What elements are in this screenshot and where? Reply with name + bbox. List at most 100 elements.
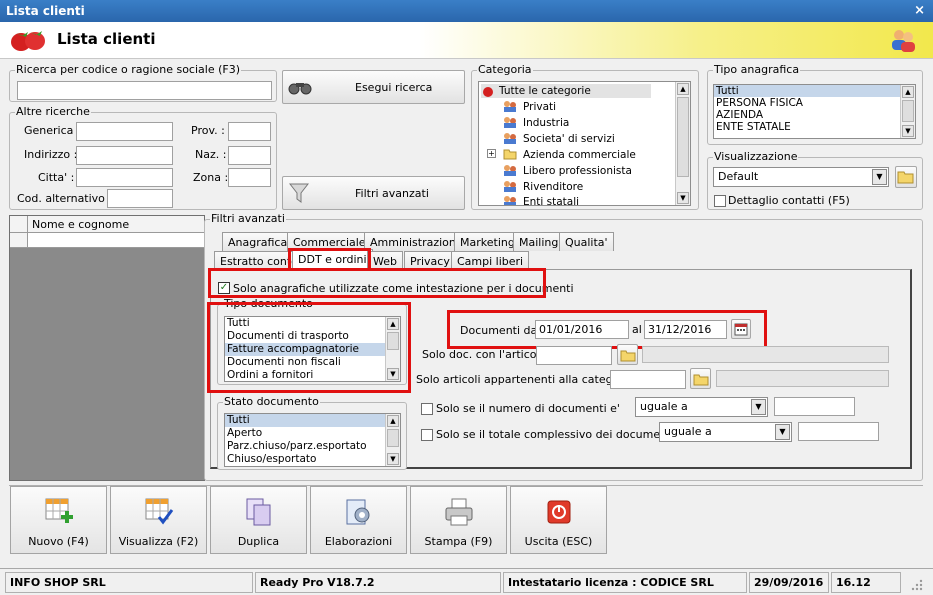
categoria-folder-button[interactable] (690, 368, 711, 389)
close-button[interactable]: × (914, 3, 925, 18)
grid-corner (10, 216, 28, 232)
dettaglio-contatti-checkbox[interactable] (714, 195, 726, 207)
visualizzazione-value: Default (718, 170, 759, 183)
filtri-avanzati-button[interactable]: Filtri avanzati (282, 176, 465, 210)
articolo-input[interactable] (536, 346, 612, 365)
users-icon[interactable] (889, 27, 917, 53)
header-bar: Lista clienti (0, 22, 933, 59)
esegui-ricerca-button[interactable]: Esegui ricerca (282, 70, 465, 104)
dropdown-arrow-icon[interactable]: ▼ (775, 424, 790, 440)
prov-input[interactable] (228, 122, 271, 141)
visualizza-button[interactable]: Visualizza (F2) (110, 486, 207, 554)
scroll-down-icon[interactable]: ▼ (902, 125, 914, 137)
search-group: Ricerca per codice o ragione sociale (F3… (9, 64, 277, 102)
scroll-thumb[interactable] (902, 100, 914, 122)
grid-column-header[interactable]: Nome e cognome (32, 218, 129, 231)
categoria-articoli-input[interactable] (610, 370, 686, 389)
generica-input[interactable] (76, 122, 173, 141)
tipo-scrollbar[interactable]: ▲ ▼ (900, 85, 915, 138)
scroll-up-icon[interactable]: ▲ (677, 83, 689, 95)
scroll-down-icon[interactable]: ▼ (387, 453, 399, 465)
categoria-label: Categoria (477, 63, 533, 76)
numero-operator-select[interactable]: uguale a ▼ (635, 397, 768, 417)
scroll-down-icon[interactable]: ▼ (677, 192, 689, 204)
categoria-scrollbar[interactable]: ▲ ▼ (675, 82, 690, 205)
categoria-item[interactable]: Libero professionista (521, 165, 632, 177)
scroll-up-icon[interactable]: ▲ (387, 415, 399, 427)
tab-mailing[interactable]: Mailing (513, 232, 565, 251)
scroll-thumb[interactable] (387, 429, 399, 447)
categoria-item[interactable]: Azienda commerciale (521, 149, 636, 161)
uscita-label: Uscita (ESC) (524, 535, 593, 548)
results-grid[interactable]: Nome e cognome (9, 215, 205, 481)
status-version: Ready Pro V18.7.2 (255, 572, 501, 593)
cod-alternativo-input[interactable] (107, 189, 173, 208)
categoria-item[interactable]: Industria (521, 117, 569, 129)
categoria-item[interactable]: Societa' di servizi (521, 133, 615, 145)
tipo-item[interactable]: AZIENDA (714, 109, 915, 121)
people-icon (504, 181, 516, 192)
nuovo-label: Nuovo (F4) (28, 535, 89, 548)
stato-doc-item[interactable]: Chiuso/esportato (225, 453, 400, 466)
totale-operator-select[interactable]: uguale a ▼ (659, 422, 792, 442)
citta-label: Citta' : (38, 171, 75, 184)
altre-ricerche-label: Altre ricerche (15, 105, 91, 118)
stato-doc-item[interactable]: Parz.chiuso/parz.esportato (225, 440, 400, 453)
people-icon (504, 117, 516, 128)
page-title: Lista clienti (57, 30, 156, 48)
elaborazioni-label: Elaborazioni (324, 535, 393, 548)
resize-grip-icon[interactable] (910, 578, 924, 592)
tab-qualita[interactable]: Qualita' (559, 232, 614, 251)
categoria-item[interactable]: Rivenditore (521, 181, 583, 193)
uscita-button[interactable]: Uscita (ESC) (510, 486, 607, 554)
duplica-button[interactable]: Duplica (210, 486, 307, 554)
folder-button[interactable] (895, 166, 917, 188)
folder-icon (693, 374, 708, 386)
categoria-group: Categoria Tutte le categorie Privati Ind… (471, 64, 699, 210)
search-label: Ricerca per codice o ragione sociale (F3… (15, 63, 242, 76)
visualizzazione-select[interactable]: Default ▼ (713, 167, 889, 187)
indirizzo-label: Indirizzo : (24, 148, 78, 161)
dropdown-arrow-icon[interactable]: ▼ (872, 169, 887, 185)
tipo-item[interactable]: Tutti (714, 85, 915, 97)
naz-input[interactable] (228, 146, 271, 165)
scroll-thumb[interactable] (677, 97, 689, 177)
status-licenza: Intestatario licenza : CODICE SRL (503, 572, 747, 593)
stampa-button[interactable]: Stampa (F9) (410, 486, 507, 554)
solo-totale-checkbox[interactable] (421, 429, 433, 441)
categoria-item[interactable]: Enti statali (521, 196, 579, 205)
categoria-item[interactable]: Tutte le categorie (497, 85, 591, 97)
stato-doc-scrollbar[interactable]: ▲ ▼ (385, 414, 400, 466)
table-row[interactable] (10, 233, 204, 248)
articolo-folder-button[interactable] (617, 344, 638, 365)
new-record-icon (45, 498, 73, 523)
tipo-item[interactable]: PERSONA FISICA (714, 97, 915, 109)
elaborazioni-button[interactable]: Elaborazioni (310, 486, 407, 554)
stato-doc-item[interactable]: Aperto (225, 427, 400, 440)
totale-operator-value: uguale a (664, 425, 712, 438)
stato-doc-item[interactable]: Tutti (225, 414, 400, 427)
binoculars-icon (288, 83, 312, 95)
totale-documenti-input[interactable] (798, 422, 879, 441)
categoria-tree[interactable]: Tutte le categorie Privati Industria Soc… (478, 81, 691, 206)
dropdown-arrow-icon[interactable]: ▼ (751, 399, 766, 415)
categoria-item[interactable]: Privati (521, 101, 556, 113)
stato-documento-list[interactable]: Tutti Aperto Parz.chiuso/parz.esportato … (224, 413, 401, 467)
scroll-up-icon[interactable]: ▲ (902, 86, 914, 98)
solo-numero-checkbox[interactable] (421, 403, 433, 415)
tab-anagrafica[interactable]: Anagrafica (222, 232, 294, 251)
tipo-item[interactable]: ENTE STATALE (714, 121, 915, 133)
nuovo-button[interactable]: Nuovo (F4) (10, 486, 107, 554)
numero-documenti-input[interactable] (774, 397, 855, 416)
tab-amministrazione[interactable]: Amministrazione (364, 232, 469, 251)
expand-plus-icon[interactable]: + (487, 149, 496, 158)
tipo-anagrafica-list[interactable]: Tutti PERSONA FISICA AZIENDA ENTE STATAL… (713, 84, 916, 139)
indirizzo-input[interactable] (76, 146, 173, 165)
generica-label: Generica : (24, 124, 81, 137)
search-input[interactable] (17, 81, 272, 100)
strawberry-logo-icon (11, 31, 45, 51)
tab-marketing[interactable]: Marketing (454, 232, 521, 251)
citta-input[interactable] (76, 168, 173, 187)
zona-input[interactable] (228, 168, 271, 187)
stampa-label: Stampa (F9) (424, 535, 493, 548)
